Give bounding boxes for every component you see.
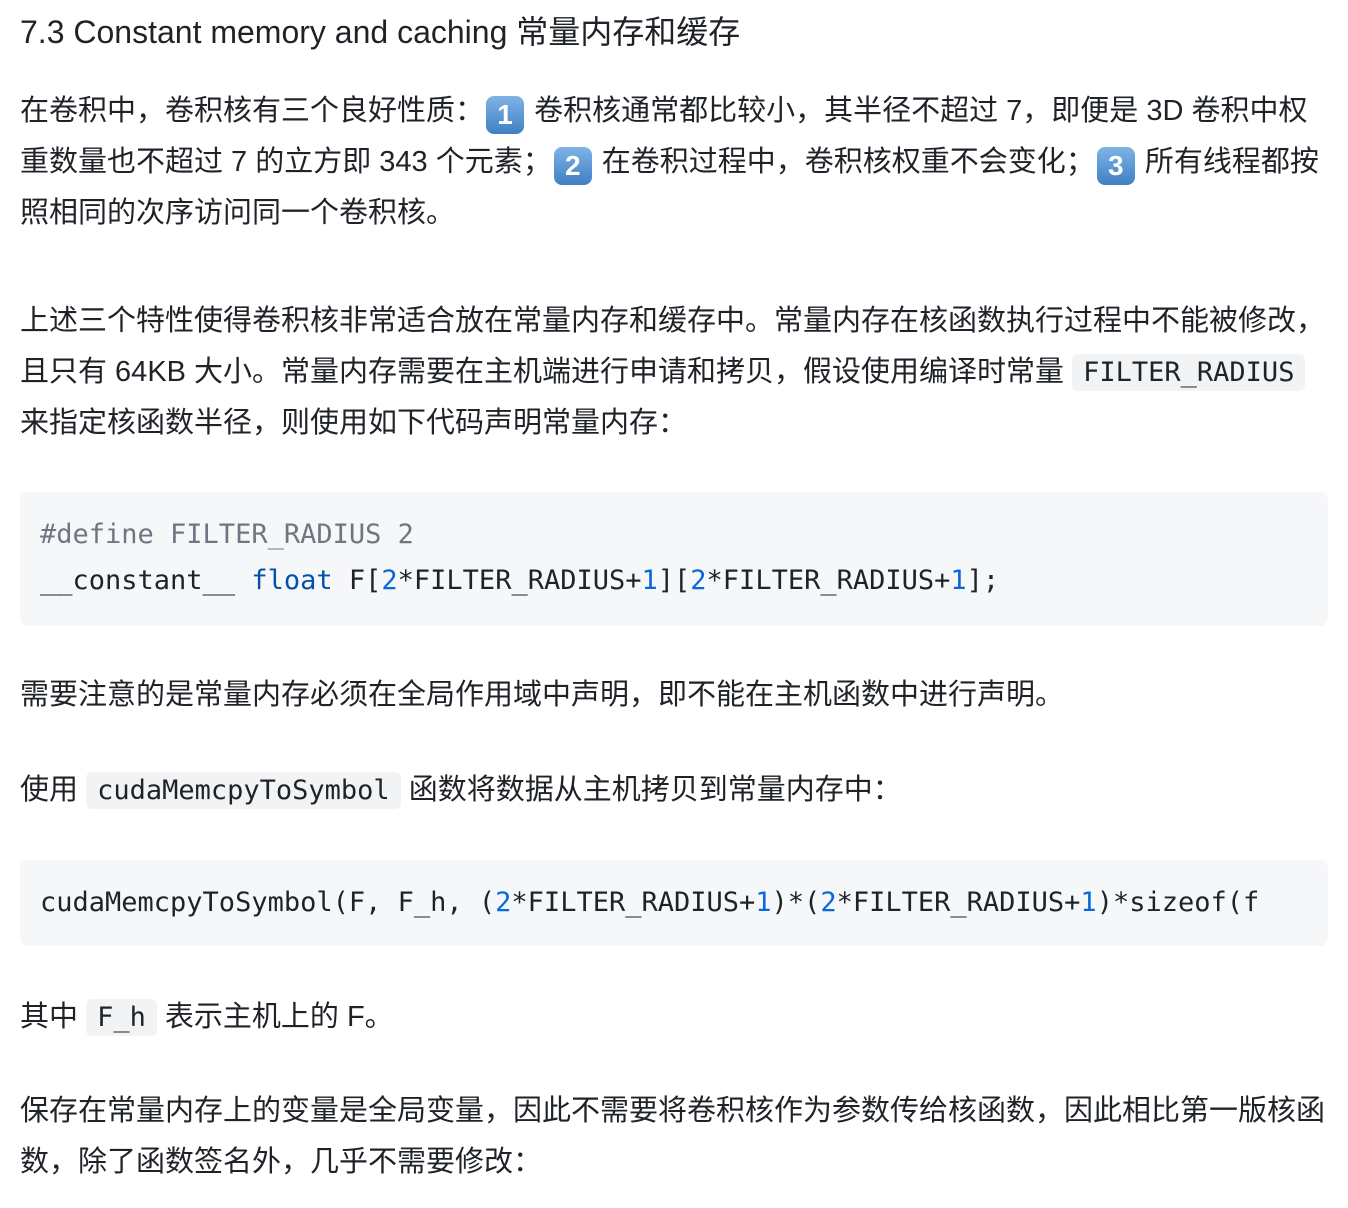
inline-code-memcpy: cudaMemcpyToSymbol (86, 772, 401, 809)
document-page: 7.3 Constant memory and caching 常量内存和缓存 … (0, 0, 1348, 1208)
code-line-define: #define FILTER_RADIUS 2 (40, 519, 414, 550)
paragraph-constant-memory: 上述三个特性使得卷积核非常适合放在常量内存和缓存中。常量内存在核函数执行过程中不… (20, 296, 1330, 449)
inline-code-filter-radius: FILTER_RADIUS (1072, 354, 1306, 391)
paragraph-host-f: 其中 F_h 表示主机上的 F。 (20, 992, 1330, 1043)
section-heading: 7.3 Constant memory and caching 常量内存和缓存 (20, 14, 741, 50)
keycap-2-icon: 2 (553, 147, 592, 185)
constant-memory-text-after: 来指定核函数半径，则使用如下代码声明常量内存： (20, 407, 688, 439)
keycap-3-icon: 3 (1096, 147, 1135, 185)
code-line-memcpy: cudaMemcpyToSymbol(F, F_h, (2*FILTER_RAD… (40, 887, 1260, 918)
paragraph-properties: 在卷积中，卷积核有三个良好性质： 1 卷积核通常都比较小，其半径不超过 7，即便是… (20, 86, 1330, 239)
paragraph-memcpy: 使用 cudaMemcpyToSymbol 函数将数据从主机拷贝到常量内存中： (20, 765, 1330, 816)
memcpy-text-before: 使用 (20, 774, 87, 806)
code-block-declaration[interactable]: #define FILTER_RADIUS 2 __constant__ flo… (20, 492, 1328, 626)
host-f-text-after: 表示主机上的 F。 (156, 1001, 394, 1033)
code-block-memcpy[interactable]: cudaMemcpyToSymbol(F, F_h, (2*FILTER_RAD… (20, 860, 1328, 946)
memcpy-text-after: 函数将数据从主机拷贝到常量内存中： (400, 774, 902, 806)
code-line-constant: __constant__ float F[2*FILTER_RADIUS+1][… (40, 565, 1000, 596)
properties-intro: 在卷积中，卷积核有三个良好性质： (20, 95, 485, 127)
keycap-1-icon: 1 (486, 96, 525, 134)
property-item-2: 在卷积过程中，卷积核权重不会变化； (593, 146, 1095, 178)
paragraph-global-variable: 保存在常量内存上的变量是全局变量，因此不需要将卷积核作为参数传给核函数，因此相比… (20, 1095, 1326, 1178)
inline-code-f-h: F_h (86, 999, 157, 1036)
host-f-text-before: 其中 (20, 1001, 87, 1033)
paragraph-global-scope: 需要注意的是常量内存必须在全局作用域中声明，即不能在主机函数中进行声明。 (20, 679, 1065, 711)
